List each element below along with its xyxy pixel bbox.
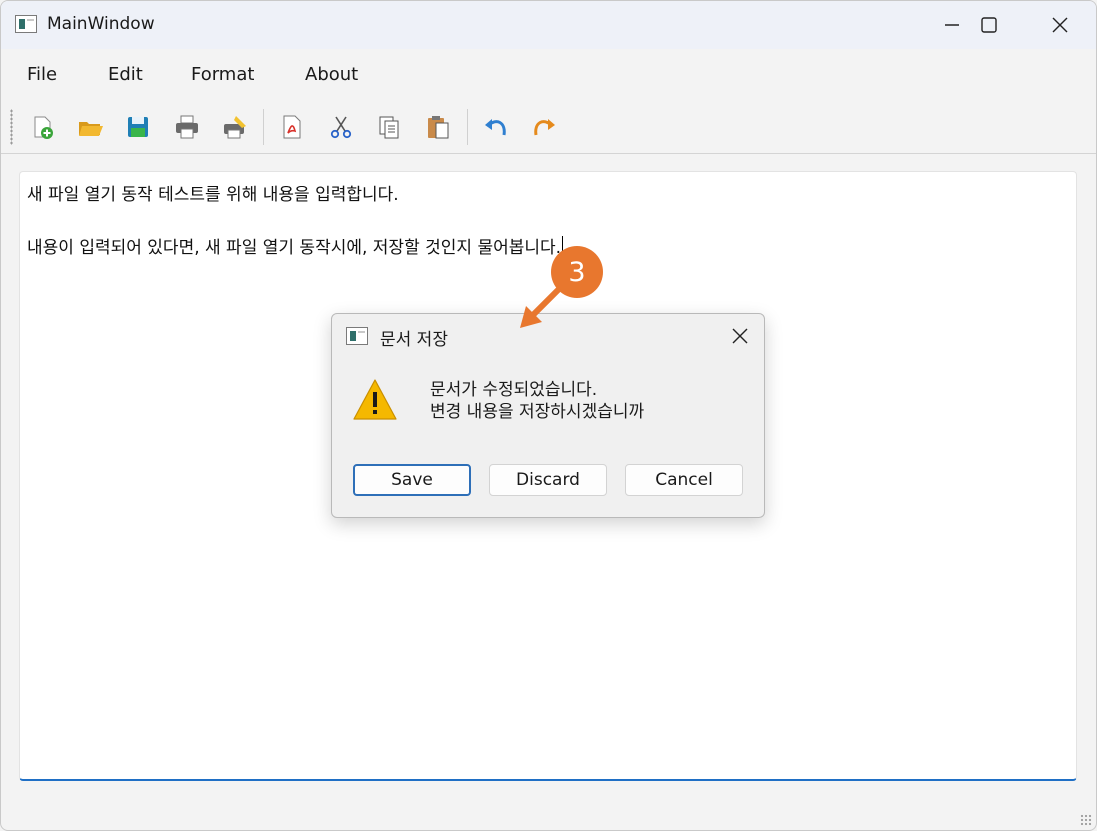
toolbar-separator <box>263 109 264 145</box>
title-bar[interactable]: MainWindow <box>1 1 1096 49</box>
paste-button[interactable] <box>422 111 454 143</box>
dialog-title: 문서 저장 <box>380 330 448 350</box>
menu-about[interactable]: About <box>305 64 358 85</box>
annotation-arrow-icon <box>520 287 561 328</box>
paste-icon <box>428 116 449 139</box>
print-preview-icon <box>224 116 246 139</box>
dialog-app-icon <box>346 327 368 345</box>
cancel-button[interactable]: Cancel <box>625 464 743 496</box>
cut-button[interactable] <box>325 111 357 143</box>
editor-line-2: 내용이 입력되어 있다면, 새 파일 열기 동작시에, 저장할 것인지 물어봅니… <box>27 233 564 258</box>
print-icon <box>176 115 198 139</box>
copy-button[interactable] <box>373 111 405 143</box>
print-button[interactable] <box>171 111 203 143</box>
window-title: MainWindow <box>47 14 155 34</box>
new-file-button[interactable] <box>26 111 58 143</box>
dialog-message-line-1: 문서가 수정되었습니다. <box>430 380 598 400</box>
toolbar-separator <box>467 109 468 145</box>
toolbar-grip[interactable] <box>10 109 13 145</box>
dialog-message-line-2: 변경 내용을 저장하시겠습니까 <box>430 402 645 422</box>
print-preview-button[interactable] <box>219 111 251 143</box>
menu-edit[interactable]: Edit <box>108 64 143 85</box>
editor-line-2-text: 내용이 입력되어 있다면, 새 파일 열기 동작시에, 저장할 것인지 물어봅니… <box>27 238 562 258</box>
close-icon <box>732 328 748 344</box>
redo-button[interactable] <box>528 111 560 143</box>
new-file-icon <box>34 116 53 139</box>
pdf-button[interactable] <box>276 111 308 143</box>
dialog-close-button[interactable] <box>724 320 756 352</box>
save-dialog-button[interactable]: Save <box>353 464 471 496</box>
redo-icon <box>534 119 555 136</box>
undo-icon <box>485 119 506 136</box>
cut-icon <box>330 116 352 139</box>
dialog-message: 문서가 수정되었습니다. 변경 내용을 저장하시겠습니까 <box>430 379 644 423</box>
save-icon <box>128 117 148 137</box>
editor-line-1: 새 파일 열기 동작 테스트를 위해 내용을 입력합니다. <box>27 185 399 205</box>
menu-format[interactable]: Format <box>191 64 254 85</box>
warning-icon <box>353 379 397 420</box>
copy-icon <box>379 116 399 139</box>
maximize-icon <box>981 17 997 33</box>
resize-grip[interactable] <box>1080 814 1092 826</box>
discard-button[interactable]: Discard <box>489 464 607 496</box>
undo-button[interactable] <box>480 111 512 143</box>
maximize-button[interactable] <box>954 1 1024 49</box>
close-icon <box>1052 17 1068 33</box>
menu-file[interactable]: File <box>27 64 57 85</box>
save-button[interactable] <box>122 111 154 143</box>
menu-bar: File Edit Format About <box>1 49 1096 101</box>
toolbar <box>1 101 1096 154</box>
open-folder-icon <box>79 122 103 136</box>
open-button[interactable] <box>74 111 106 143</box>
save-dialog: 문서 저장 문서가 수정되었습니다. 변경 내용을 저장하시겠습니까 Save … <box>331 313 765 518</box>
app-icon <box>15 15 37 33</box>
pdf-icon <box>283 115 301 139</box>
close-button[interactable] <box>1025 1 1095 49</box>
